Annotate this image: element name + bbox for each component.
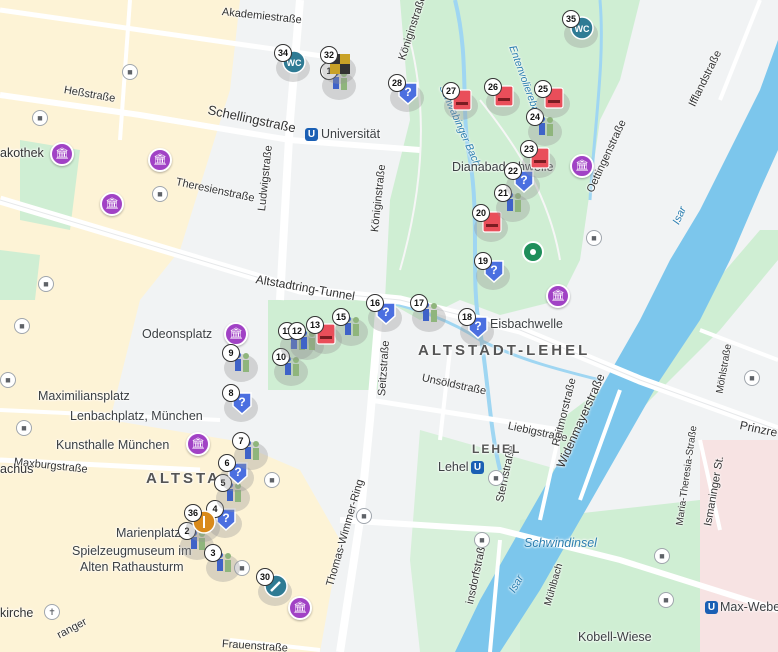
bus-icon[interactable]: ■ [0, 372, 16, 388]
svg-text:?: ? [382, 305, 389, 319]
ubahn-icon-lehel[interactable]: U [471, 461, 484, 474]
marker-number-badge[interactable]: 8 [222, 384, 240, 402]
place-maxweber[interactable]: Max-Weber [720, 600, 778, 614]
place-spielzeugmuseum-2[interactable]: Alten Rathausturm [80, 560, 184, 574]
bus-icon[interactable]: ■ [658, 592, 674, 608]
place-universitat[interactable]: Universität [321, 127, 380, 141]
bus-icon[interactable]: ■ [152, 186, 168, 202]
svg-text:?: ? [222, 511, 229, 525]
marker-number-badge[interactable]: 15 [332, 308, 350, 326]
bus-icon[interactable]: ■ [32, 110, 48, 126]
marker-number-badge[interactable]: 20 [472, 204, 490, 222]
place-spielzeugmuseum-1[interactable]: Spielzeugmuseum im [72, 544, 192, 558]
marker-number-badge[interactable]: 25 [534, 80, 552, 98]
bus-icon[interactable]: ■ [654, 548, 670, 564]
marker-number-badge[interactable]: 19 [474, 252, 492, 270]
museum-icon[interactable]: 🏛 [224, 322, 248, 346]
bus-icon[interactable]: ■ [122, 64, 138, 80]
museum-icon[interactable]: 🏛 [546, 284, 570, 308]
museum-icon[interactable]: 🏛 [570, 154, 594, 178]
marker-number-badge[interactable]: 16 [366, 294, 384, 312]
marker-number-badge[interactable]: 30 [256, 568, 274, 586]
bus-icon[interactable]: ■ [744, 370, 760, 386]
bus-icon[interactable]: ■ [14, 318, 30, 334]
marker-number-badge[interactable]: 35 [562, 10, 580, 28]
bus-icon[interactable]: ■ [488, 470, 504, 486]
marker-number-badge[interactable]: 27 [442, 82, 460, 100]
marker-number-badge[interactable]: 36 [184, 504, 202, 522]
ubahn-icon-maxweber[interactable]: U [705, 601, 718, 614]
district-lehel: LEHEL [472, 442, 522, 456]
place-marienplatz[interactable]: Marienplatz [116, 526, 181, 540]
marker-number-badge[interactable]: 7 [232, 432, 250, 450]
place-kunsthalle[interactable]: Kunsthalle München [56, 438, 169, 452]
bus-icon[interactable]: ■ [38, 276, 54, 292]
marker-number-badge[interactable]: 17 [410, 294, 428, 312]
marker-number-badge[interactable]: 32 [320, 46, 338, 64]
marker-number-badge[interactable]: 22 [504, 162, 522, 180]
place-lenbachplatz[interactable]: Lenbachplatz, München [70, 409, 203, 423]
svg-text:?: ? [490, 263, 497, 277]
museum-icon[interactable]: 🏛 [100, 192, 124, 216]
svg-text:?: ? [238, 395, 245, 409]
bus-icon[interactable]: ■ [264, 472, 280, 488]
svg-text:?: ? [474, 319, 481, 333]
marker-number-badge[interactable]: 12 [288, 322, 306, 340]
place-eisbachwelle[interactable]: Eisbachwelle [490, 317, 563, 331]
museum-icon[interactable]: 🏛 [288, 596, 312, 620]
svg-text:?: ? [520, 173, 527, 187]
place-maximiliansplatz[interactable]: Maximiliansplatz [38, 389, 130, 403]
svg-text:?: ? [404, 85, 411, 99]
marker-number-badge[interactable]: 3 [204, 544, 222, 562]
church-icon[interactable]: ✝ [44, 604, 60, 620]
district-altstadt: ALTSTA [146, 470, 221, 487]
museum-icon[interactable]: 🏛 [50, 142, 74, 166]
place-kobell-wiese[interactable]: Kobell-Wiese [578, 630, 652, 644]
ubahn-icon-universitat[interactable]: U [305, 128, 318, 141]
map-canvas[interactable]: Akademiestraße Königinstraße Heßstraße S… [0, 0, 778, 652]
marker-number-badge[interactable]: 26 [484, 78, 502, 96]
district-altstadt-lehel: ALTSTADT-LEHEL [418, 342, 591, 359]
marker-number-badge[interactable]: 18 [458, 308, 476, 326]
marker-number-badge[interactable]: 13 [306, 316, 324, 334]
bus-icon[interactable]: ■ [474, 532, 490, 548]
museum-icon[interactable]: 🏛 [186, 432, 210, 456]
street-label-achus: achus [0, 462, 34, 476]
museum-icon[interactable]: 🏛 [148, 148, 172, 172]
place-schwindinsel[interactable]: Schwindinsel [524, 536, 597, 550]
marker-number-badge[interactable]: 28 [388, 74, 406, 92]
place-lehel-station[interactable]: Lehel [438, 460, 469, 474]
street-label-kirche: kirche [0, 606, 34, 620]
bus-icon[interactable]: ■ [16, 420, 32, 436]
place-odeonsplatz[interactable]: Odeonsplatz [142, 327, 212, 341]
marker-number-badge[interactable]: 34 [274, 44, 292, 62]
bus-icon[interactable]: ■ [586, 230, 602, 246]
bus-icon[interactable]: ■ [356, 508, 372, 524]
street-label-akothek: akothek [0, 146, 44, 160]
marker-number-badge[interactable]: 9 [222, 344, 240, 362]
